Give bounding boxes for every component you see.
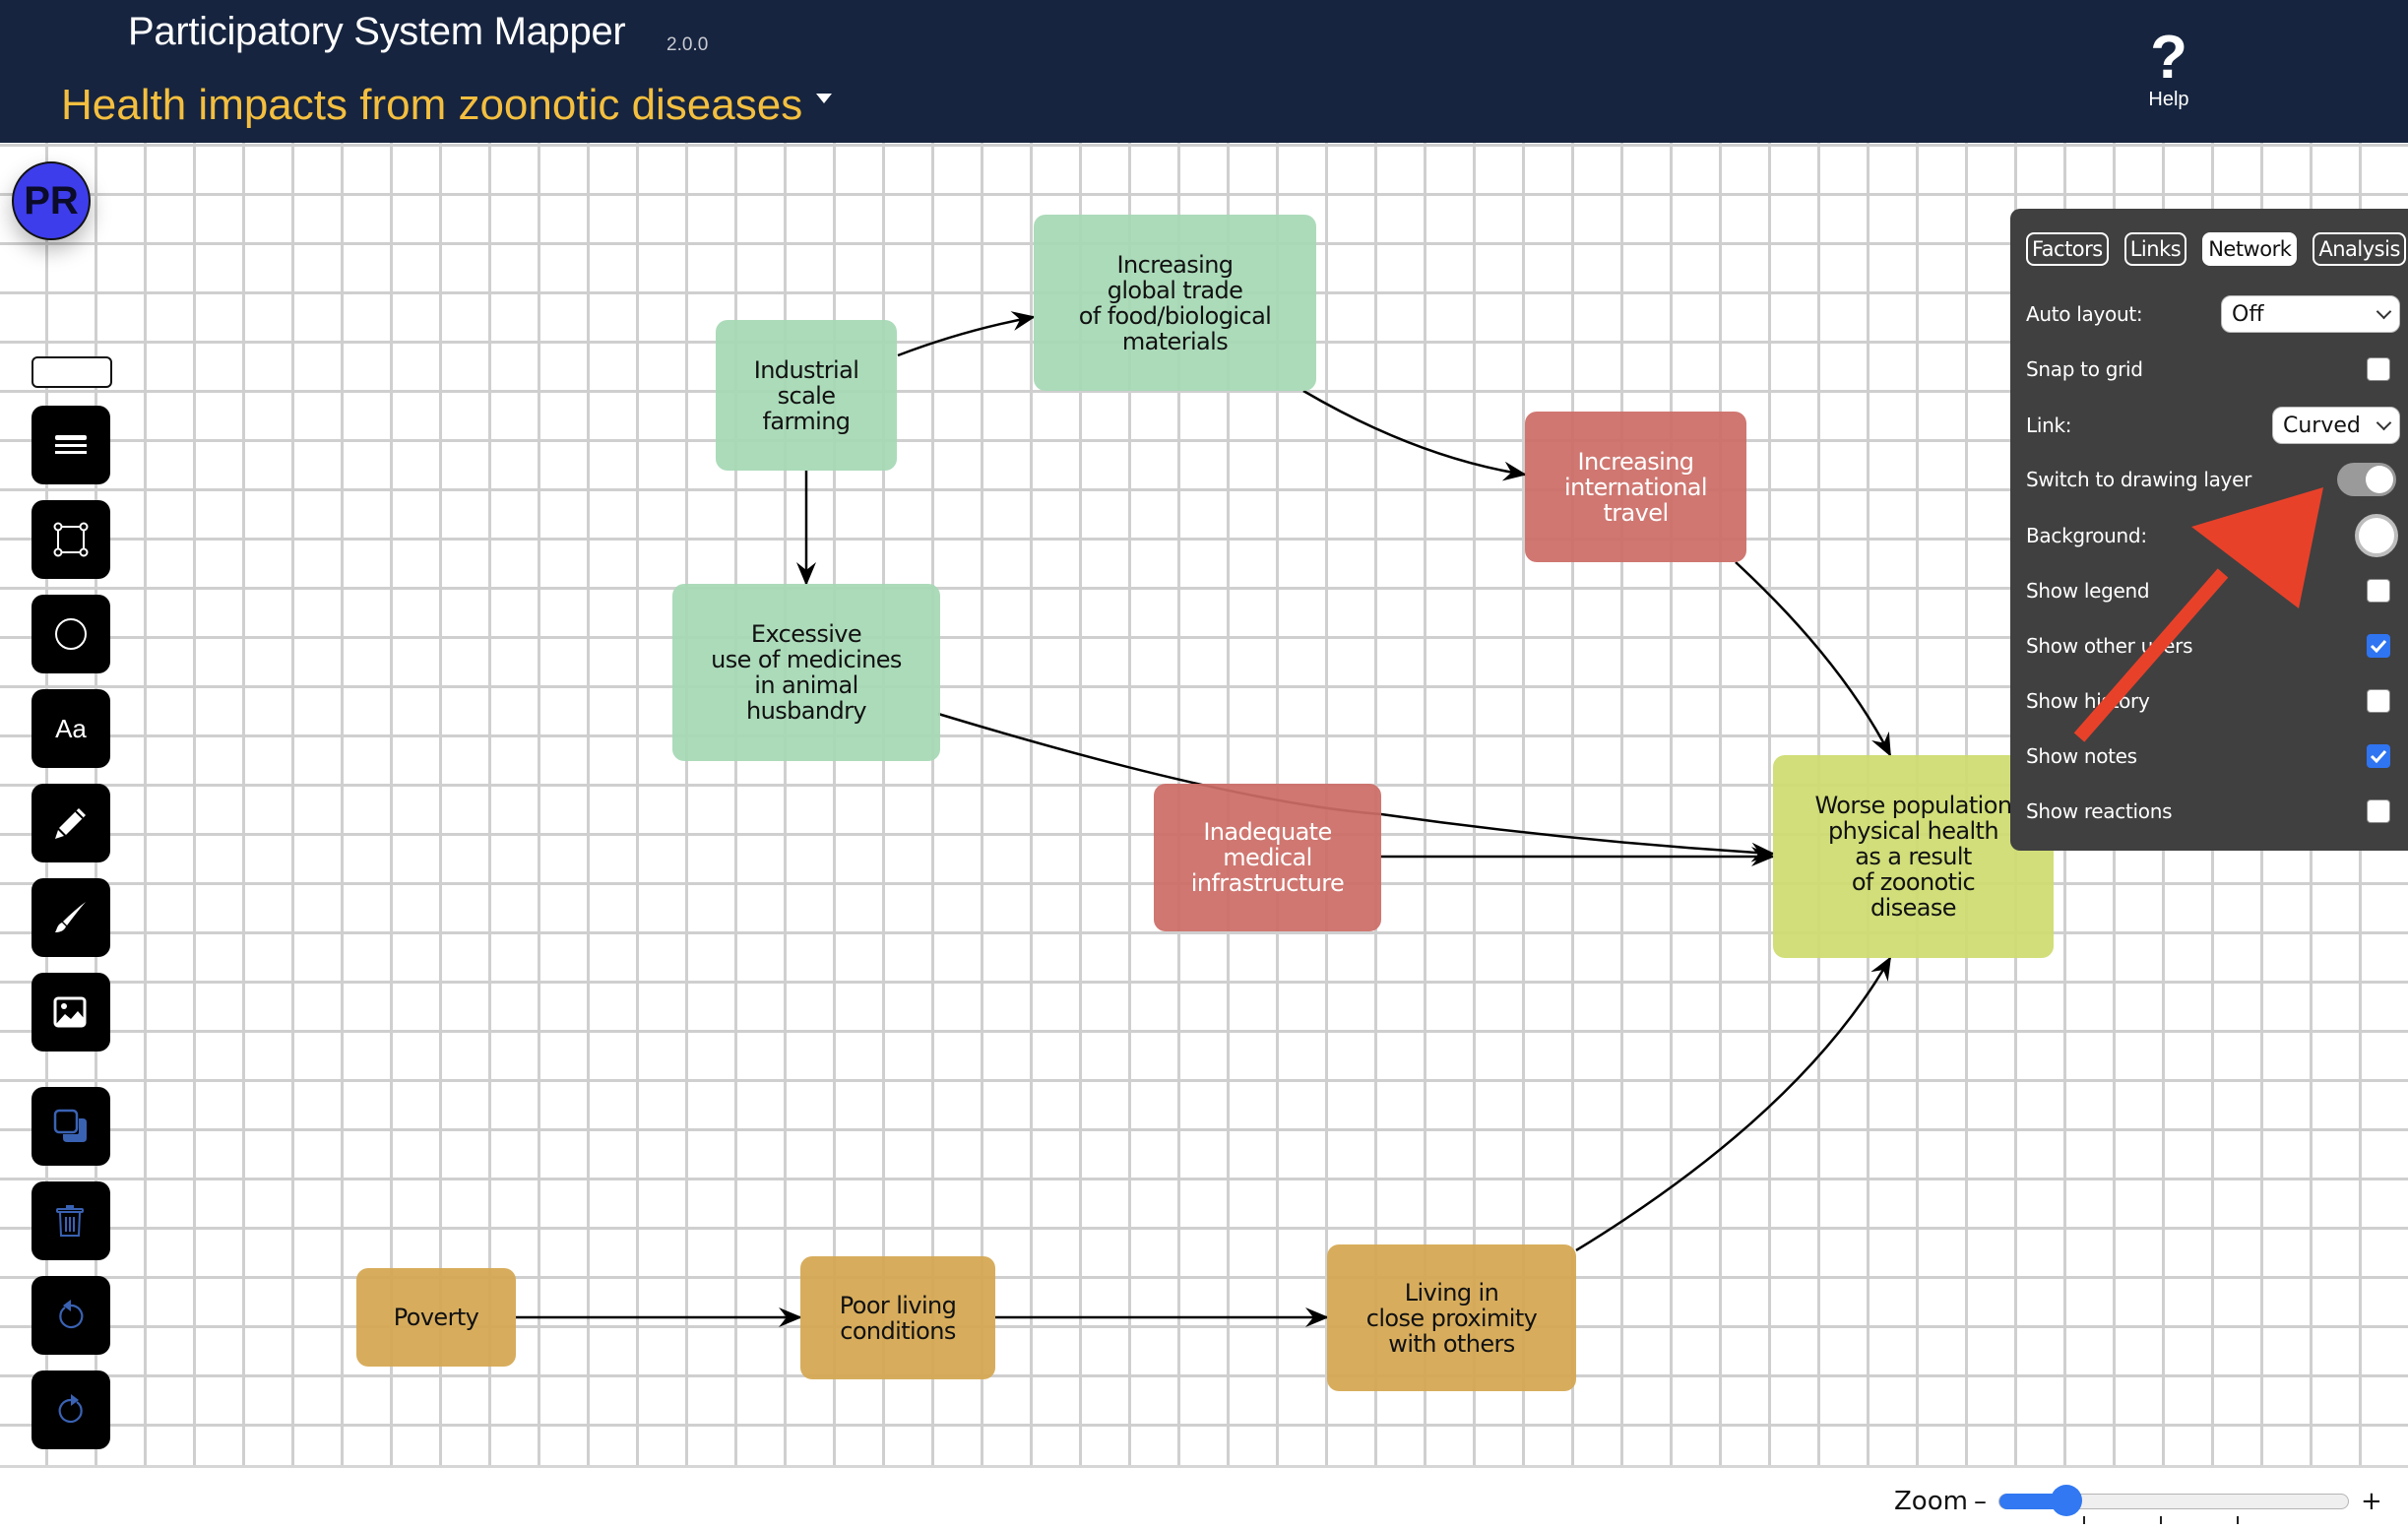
show-legend-row: Show legend — [2026, 571, 2400, 610]
app-title: Participatory System Mapper — [128, 10, 626, 53]
rectangle-tool-button[interactable] — [32, 500, 110, 579]
chevron-down-icon — [2376, 303, 2392, 319]
zoom-control: Zoom – + — [1894, 1477, 2382, 1526]
show-history-label: Show history — [2026, 689, 2150, 713]
auto-layout-label: Auto layout: — [2026, 302, 2143, 326]
show-history-row: Show history — [2026, 681, 2400, 721]
network-settings-panel: Factors Links Network Analysis Auto layo… — [2010, 209, 2408, 851]
image-icon — [53, 996, 87, 1028]
circle-icon — [55, 618, 87, 650]
question-mark-icon: ? — [2150, 24, 2187, 92]
copy-button[interactable] — [32, 1087, 110, 1166]
show-notes-checkbox[interactable] — [2367, 744, 2390, 768]
toggle-knob — [2366, 466, 2393, 493]
show-other-users-checkbox[interactable] — [2367, 634, 2390, 658]
background-row: Background: — [2026, 514, 2400, 557]
zoom-slider[interactable] — [1997, 1485, 2349, 1524]
undo-button[interactable] — [32, 1276, 110, 1355]
caret-down-icon — [816, 94, 833, 103]
zoom-label: Zoom — [1894, 1487, 1968, 1516]
brush-icon — [55, 902, 86, 932]
show-notes-label: Show notes — [2026, 744, 2137, 768]
show-legend-label: Show legend — [2026, 579, 2150, 603]
text-icon: Aa — [55, 713, 87, 743]
delete-button[interactable] — [32, 1181, 110, 1260]
circle-tool-button[interactable] — [32, 595, 110, 673]
brush-tool-button[interactable] — [32, 878, 110, 957]
zoom-slider-thumb[interactable] — [2050, 1485, 2082, 1516]
zoom-tick — [2082, 1516, 2085, 1524]
tab-analysis[interactable]: Analysis — [2313, 232, 2406, 266]
add-factor-button[interactable] — [32, 356, 112, 388]
map-title-dropdown[interactable]: Health impacts from zoonotic diseases — [61, 81, 833, 130]
rectangle-select-icon — [53, 522, 89, 557]
show-legend-checkbox[interactable] — [2367, 579, 2390, 603]
show-other-users-row: Show other users — [2026, 626, 2400, 666]
drawing-layer-row: Switch to drawing layer — [2026, 460, 2400, 499]
pencil-icon — [55, 808, 86, 839]
show-other-users-label: Show other users — [2026, 634, 2193, 658]
text-tool-button[interactable]: Aa — [32, 689, 110, 768]
pencil-tool-button[interactable] — [32, 784, 110, 862]
user-avatar[interactable]: PR — [12, 161, 91, 240]
trash-icon — [56, 1205, 84, 1237]
chevron-down-icon — [2376, 414, 2392, 430]
snap-to-grid-label: Snap to grid — [2026, 357, 2143, 381]
link-style-select[interactable]: Curved — [2272, 407, 2400, 444]
factor-poor-living-conditions[interactable]: Poor living conditions — [800, 1256, 995, 1379]
factor-inadequate-medical-infrastructure[interactable]: Inadequate medical infrastructure — [1154, 784, 1381, 931]
auto-layout-row: Auto layout: Off — [2026, 294, 2400, 334]
hamburger-menu-icon — [55, 435, 87, 454]
help-button[interactable]: ? Help — [2136, 24, 2201, 111]
factor-increasing-international-travel[interactable]: Increasing international travel — [1525, 412, 1746, 562]
show-notes-row: Show notes — [2026, 736, 2400, 776]
snap-to-grid-row: Snap to grid — [2026, 350, 2400, 389]
map-title: Health impacts from zoonotic diseases — [61, 81, 803, 129]
zoom-tick — [2159, 1516, 2162, 1524]
snap-to-grid-checkbox[interactable] — [2367, 357, 2390, 381]
background-color-picker[interactable] — [2355, 514, 2398, 557]
copy-icon — [53, 1109, 87, 1142]
app-version: 2.0.0 — [666, 34, 709, 55]
show-reactions-row: Show reactions — [2026, 792, 2400, 831]
link-style-label: Link: — [2026, 414, 2072, 437]
background-label: Background: — [2026, 524, 2147, 547]
tab-links[interactable]: Links — [2123, 232, 2187, 266]
link-style-row: Link: Curved — [2026, 406, 2400, 445]
tab-factors[interactable]: Factors — [2026, 232, 2109, 266]
factor-excessive-use-of-medicines[interactable]: Excessive use of medicines in animal hus… — [672, 584, 940, 761]
auto-layout-select[interactable]: Off — [2221, 295, 2400, 333]
checkmark-icon — [2370, 749, 2387, 763]
factor-living-in-close-proximity[interactable]: Living in close proximity with others — [1327, 1244, 1576, 1391]
factor-industrial-scale-farming[interactable]: Industrial scale farming — [716, 320, 897, 471]
checkmark-icon — [2370, 639, 2387, 653]
auto-layout-value: Off — [2232, 301, 2264, 327]
drawing-layer-toggle[interactable] — [2337, 463, 2396, 496]
drawing-layer-label: Switch to drawing layer — [2026, 468, 2252, 491]
image-tool-button[interactable] — [32, 973, 110, 1052]
show-history-checkbox[interactable] — [2367, 689, 2390, 713]
factor-increasing-global-trade[interactable]: Increasing global trade of food/biologic… — [1034, 215, 1316, 391]
factor-poverty[interactable]: Poverty — [356, 1268, 516, 1367]
zoom-tick — [2236, 1516, 2239, 1524]
app-header: Participatory System Mapper 2.0.0 Health… — [0, 0, 2408, 143]
help-label: Help — [2148, 89, 2189, 110]
zoom-in-icon[interactable]: + — [2361, 1487, 2382, 1516]
redo-button[interactable] — [32, 1371, 110, 1449]
zoom-out-icon[interactable]: – — [1974, 1487, 1987, 1516]
panel-tabs: Factors Links Network Analysis — [2026, 232, 2406, 266]
redo-icon — [58, 1394, 83, 1424]
link-style-value: Curved — [2283, 413, 2361, 438]
show-reactions-checkbox[interactable] — [2367, 799, 2390, 823]
menu-button[interactable] — [32, 406, 110, 484]
show-reactions-label: Show reactions — [2026, 799, 2173, 823]
undo-icon — [59, 1300, 84, 1329]
tab-network[interactable]: Network — [2202, 232, 2298, 266]
